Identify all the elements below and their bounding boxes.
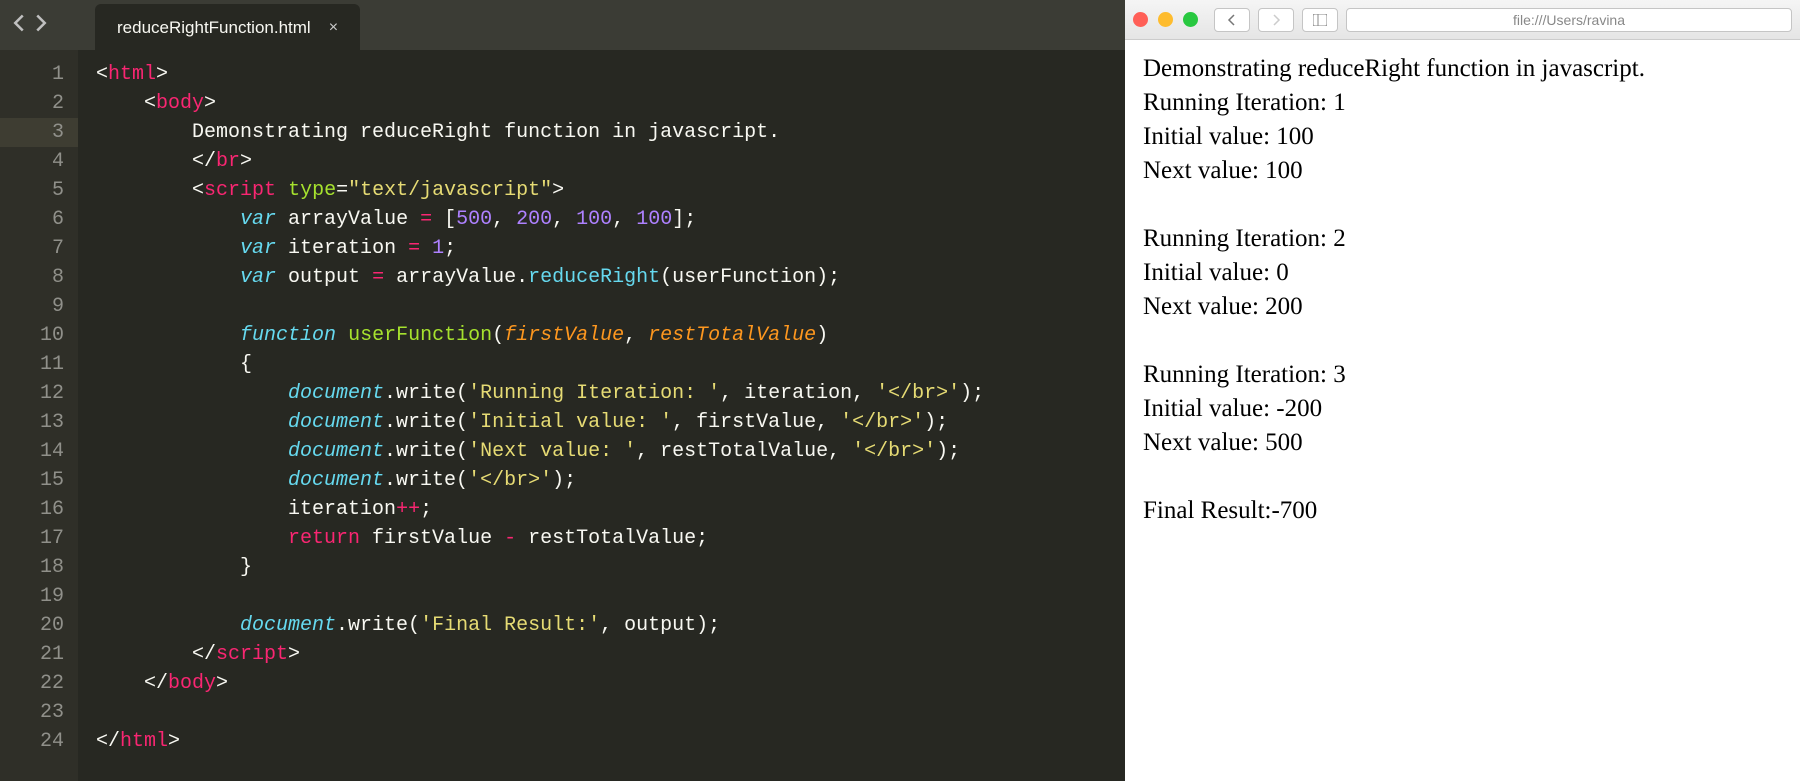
line-number: 8 [0, 263, 64, 292]
line-number: 17 [0, 524, 64, 553]
code-line[interactable]: document.write('Running Iteration: ', it… [96, 379, 1125, 408]
line-number: 5 [0, 176, 64, 205]
maximize-window-icon[interactable] [1183, 12, 1198, 27]
line-number: 22 [0, 669, 64, 698]
code-line[interactable]: </body> [96, 669, 1125, 698]
code-line[interactable]: <script type="text/javascript"> [96, 176, 1125, 205]
line-number: 23 [0, 698, 64, 727]
code-line[interactable]: var arrayValue = [500, 200, 100, 100]; [96, 205, 1125, 234]
browser-pane: file:///Users/ravina Demonstrating reduc… [1125, 0, 1800, 781]
nav-forward-icon[interactable] [34, 13, 48, 38]
editor-tab[interactable]: reduceRightFunction.html × [95, 4, 360, 52]
url-text: file:///Users/ravina [1513, 12, 1625, 28]
code-line[interactable]: document.write('Final Result:', output); [96, 611, 1125, 640]
code-line[interactable]: var iteration = 1; [96, 234, 1125, 263]
line-number: 10 [0, 321, 64, 350]
line-number: 20 [0, 611, 64, 640]
code-line[interactable]: document.write('</br>'); [96, 466, 1125, 495]
line-number: 14 [0, 437, 64, 466]
browser-forward-button[interactable] [1258, 8, 1294, 32]
nav-arrows [0, 0, 60, 50]
output-line: Next value: 200 [1143, 290, 1782, 324]
code-line[interactable]: </br> [96, 147, 1125, 176]
output-line [1143, 324, 1782, 358]
code-line[interactable]: iteration++; [96, 495, 1125, 524]
code-line[interactable]: <html> [96, 60, 1125, 89]
browser-chrome: file:///Users/ravina [1125, 0, 1800, 40]
line-number: 12 [0, 379, 64, 408]
code-area[interactable]: <html> <body> Demonstrating reduceRight … [78, 50, 1125, 781]
output-line [1143, 460, 1782, 494]
code-line[interactable]: { [96, 350, 1125, 379]
line-number: 13 [0, 408, 64, 437]
line-number: 9 [0, 292, 64, 321]
output-line: Demonstrating reduceRight function in ja… [1143, 52, 1782, 86]
browser-output: Demonstrating reduceRight function in ja… [1125, 40, 1800, 540]
window-controls [1133, 12, 1206, 27]
output-line: Running Iteration: 1 [1143, 86, 1782, 120]
code-line[interactable] [96, 292, 1125, 321]
code-line[interactable]: function userFunction(firstValue, restTo… [96, 321, 1125, 350]
code-line[interactable]: <body> [96, 89, 1125, 118]
code-line[interactable]: } [96, 553, 1125, 582]
tab-filename: reduceRightFunction.html [117, 18, 311, 38]
code-line[interactable]: var output = arrayValue.reduceRight(user… [96, 263, 1125, 292]
line-number: 6 [0, 205, 64, 234]
code-line[interactable] [96, 698, 1125, 727]
output-line: Running Iteration: 2 [1143, 222, 1782, 256]
close-icon[interactable]: × [329, 19, 338, 37]
browser-back-button[interactable] [1214, 8, 1250, 32]
line-number: 1 [0, 60, 64, 89]
line-number: 7 [0, 234, 64, 263]
code-line[interactable]: </html> [96, 727, 1125, 756]
browser-sidebar-button[interactable] [1302, 8, 1338, 32]
line-number: 16 [0, 495, 64, 524]
output-line: Running Iteration: 3 [1143, 358, 1782, 392]
close-window-icon[interactable] [1133, 12, 1148, 27]
minimize-window-icon[interactable] [1158, 12, 1173, 27]
line-number: 2 [0, 89, 64, 118]
line-gutter: 123456789101112131415161718192021222324 [0, 50, 78, 781]
code-line[interactable] [96, 582, 1125, 611]
output-line: Final Result:-700 [1143, 494, 1782, 528]
code-line[interactable]: return firstValue - restTotalValue; [96, 524, 1125, 553]
code-line[interactable]: Demonstrating reduceRight function in ja… [96, 118, 1125, 147]
code-editor-pane: reduceRightFunction.html × 1234567891011… [0, 0, 1125, 781]
output-line: Next value: 100 [1143, 154, 1782, 188]
code-line[interactable]: </script> [96, 640, 1125, 669]
line-number: 21 [0, 640, 64, 669]
output-line: Initial value: 100 [1143, 120, 1782, 154]
editor-body: 123456789101112131415161718192021222324 … [0, 50, 1125, 781]
output-line: Initial value: 0 [1143, 256, 1782, 290]
editor-topbar: reduceRightFunction.html × [0, 0, 1125, 50]
output-line [1143, 188, 1782, 222]
line-number: 18 [0, 553, 64, 582]
browser-url-bar[interactable]: file:///Users/ravina [1346, 8, 1792, 32]
line-number: 19 [0, 582, 64, 611]
code-line[interactable]: document.write('Initial value: ', firstV… [96, 408, 1125, 437]
code-line[interactable]: document.write('Next value: ', restTotal… [96, 437, 1125, 466]
line-number: 24 [0, 727, 64, 756]
nav-back-icon[interactable] [12, 13, 26, 38]
line-number: 11 [0, 350, 64, 379]
line-number: 4 [0, 147, 64, 176]
line-number: 15 [0, 466, 64, 495]
line-number: 3 [0, 118, 78, 147]
output-line: Initial value: -200 [1143, 392, 1782, 426]
output-line: Next value: 500 [1143, 426, 1782, 460]
